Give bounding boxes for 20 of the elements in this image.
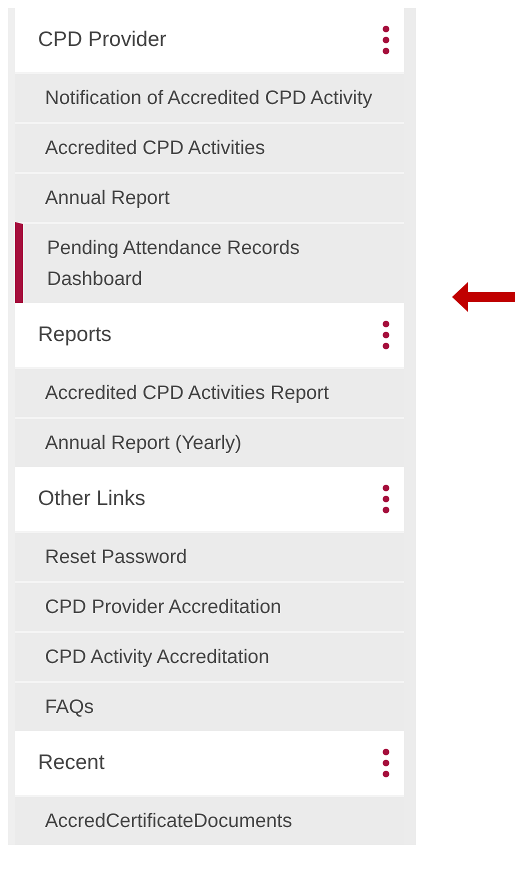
section-title: Recent	[38, 751, 105, 775]
menu-item[interactable]: Reset Password	[15, 531, 404, 581]
arrow-icon	[452, 282, 515, 312]
more-icon[interactable]	[382, 484, 390, 514]
menu-item[interactable]: Annual Report (Yearly)	[15, 417, 404, 467]
section-title: Other Links	[38, 487, 146, 511]
section-title: Reports	[38, 323, 112, 347]
menu-item[interactable]: AccredCertificateDocuments	[15, 795, 404, 845]
menu-item[interactable]: Pending Attendance Records Dashboard	[15, 222, 404, 303]
menu-item[interactable]: Annual Report	[15, 172, 404, 222]
menu-item[interactable]: FAQs	[15, 681, 404, 731]
more-icon[interactable]	[382, 320, 390, 350]
more-icon[interactable]	[382, 748, 390, 778]
menu-item[interactable]: Notification of Accredited CPD Activity	[15, 72, 404, 122]
menu-item[interactable]: Accredited CPD Activities Report	[15, 367, 404, 417]
menu-item[interactable]: CPD Activity Accreditation	[15, 631, 404, 681]
more-icon[interactable]	[382, 25, 390, 55]
section-title: CPD Provider	[38, 28, 166, 52]
menu-item[interactable]: Accredited CPD Activities	[15, 122, 404, 172]
menu-item[interactable]: CPD Provider Accreditation	[15, 581, 404, 631]
